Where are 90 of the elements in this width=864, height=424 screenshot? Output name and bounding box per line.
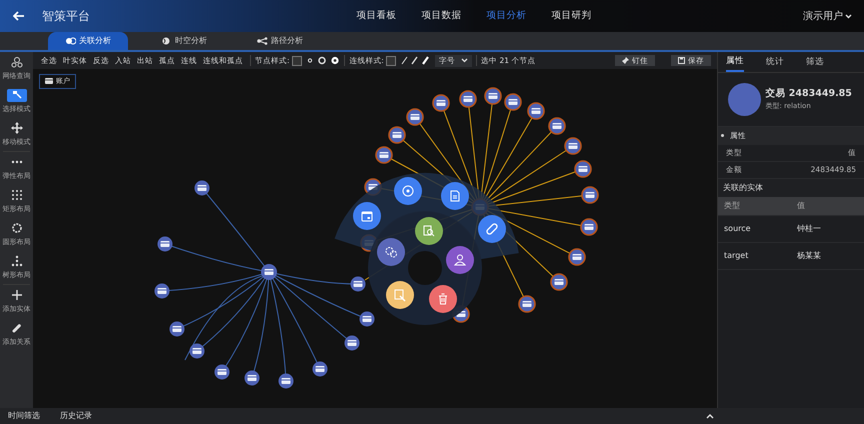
search-icon — [424, 226, 434, 236]
graph-node[interactable] — [190, 344, 204, 358]
bullet-icon — [721, 134, 724, 138]
footer-tab[interactable]: 历史记录 — [60, 410, 92, 422]
section-title: 关联的实体 — [723, 182, 763, 192]
share-icon — [257, 37, 268, 45]
calendar-icon — [362, 212, 372, 222]
footer-tab[interactable]: 时间筛选 — [8, 410, 40, 422]
graph-node[interactable] — [388, 126, 406, 144]
nav-item[interactable]: 项目看板 — [344, 8, 409, 24]
graph-node[interactable] — [568, 248, 586, 266]
target-icon — [402, 186, 414, 196]
graph-node[interactable] — [360, 312, 374, 326]
graph-node[interactable] — [170, 322, 184, 336]
table-cell-text: source — [724, 222, 752, 235]
line-style-options-icon[interactable] — [400, 56, 431, 65]
document-icon — [450, 190, 460, 202]
graph-node[interactable] — [432, 94, 450, 112]
radial-menu-button[interactable] — [377, 238, 405, 266]
gears-icon — [386, 247, 397, 258]
edit-icon — [394, 290, 406, 302]
chevron-up-icon[interactable] — [706, 414, 714, 418]
chevron-down-icon — [845, 14, 852, 18]
user-menu[interactable]: 演示用户 — [802, 8, 852, 24]
graph-node[interactable] — [154, 284, 170, 298]
graph-node[interactable] — [548, 117, 566, 135]
tree-icon — [10, 255, 22, 268]
graph-node[interactable] — [194, 180, 210, 196]
card-icon — [45, 78, 53, 84]
chevron-down-icon — [461, 58, 468, 63]
graph-node[interactable] — [580, 218, 598, 236]
radial-menu-button[interactable] — [394, 177, 422, 205]
entity-title: 交易 2483449.85 — [766, 86, 852, 101]
select-icon — [10, 89, 22, 102]
graph-node[interactable] — [527, 102, 545, 120]
table-cell: 杨某某 — [797, 250, 821, 262]
plus-icon — [10, 289, 22, 302]
graph-node[interactable] — [406, 108, 424, 126]
app-title: 智策平台 — [42, 8, 90, 25]
panel-tab[interactable]: 统计 — [766, 55, 784, 72]
graph-node[interactable] — [344, 336, 360, 350]
person-icon — [454, 254, 466, 266]
radial-menu-button[interactable] — [415, 217, 443, 245]
radial-menu-button[interactable] — [353, 202, 381, 230]
analysis-tab[interactable]: 关联分析 — [48, 32, 128, 50]
table-cell: 值 — [797, 200, 805, 212]
globe-icon — [161, 37, 172, 45]
nav-item[interactable]: 项目分析 — [474, 8, 539, 24]
graph-node[interactable] — [375, 146, 393, 164]
graph-node[interactable] — [574, 160, 592, 178]
radial-menu-button[interactable] — [446, 246, 474, 274]
node-style-options-icon[interactable] — [306, 56, 340, 65]
style-none-option[interactable] — [292, 56, 302, 66]
graph-node[interactable] — [261, 264, 277, 280]
radial-menu-button[interactable] — [478, 215, 506, 243]
table-cell: 钟桂一 — [797, 222, 821, 235]
analysis-tab[interactable]: 时空分析 — [144, 32, 224, 50]
graph-node[interactable] — [459, 90, 477, 108]
panel-tab[interactable]: 筛选 — [806, 55, 824, 72]
graph-node[interactable] — [581, 186, 599, 204]
radial-menu-button[interactable] — [386, 281, 414, 309]
analysis-tab[interactable]: 路径分析 — [240, 32, 320, 50]
graph-node[interactable] — [158, 236, 172, 252]
graph-node[interactable] — [278, 374, 294, 388]
graph-node[interactable] — [564, 137, 582, 155]
nav-item[interactable]: 项目研判 — [539, 8, 604, 24]
table-cell-text: 类型 — [724, 200, 741, 212]
save-icon — [678, 57, 685, 64]
graph-node[interactable] — [214, 364, 230, 380]
panel-tab[interactable]: 属性 — [726, 55, 744, 72]
radial-menu-button[interactable] — [429, 285, 457, 313]
graph-node[interactable] — [550, 273, 568, 291]
trash-icon — [438, 294, 448, 304]
paperclip-icon — [485, 222, 499, 236]
graph-node[interactable] — [312, 362, 328, 376]
back-icon[interactable] — [13, 11, 25, 21]
graph-node[interactable] — [244, 370, 260, 386]
avatar-circle — [728, 82, 761, 116]
graph-node[interactable] — [350, 276, 366, 292]
graph-node[interactable] — [518, 295, 536, 313]
graph-node[interactable] — [504, 93, 522, 111]
grid-icon — [10, 189, 22, 202]
circle-icon — [10, 222, 22, 234]
nav-item[interactable]: 项目数据 — [409, 8, 474, 24]
style-none-option[interactable] — [386, 56, 396, 66]
network-icon — [10, 56, 22, 68]
move-icon — [10, 122, 22, 134]
radial-menu-button[interactable] — [441, 182, 469, 210]
graph-node[interactable] — [484, 87, 502, 105]
table-cell-text: target — [724, 250, 750, 262]
